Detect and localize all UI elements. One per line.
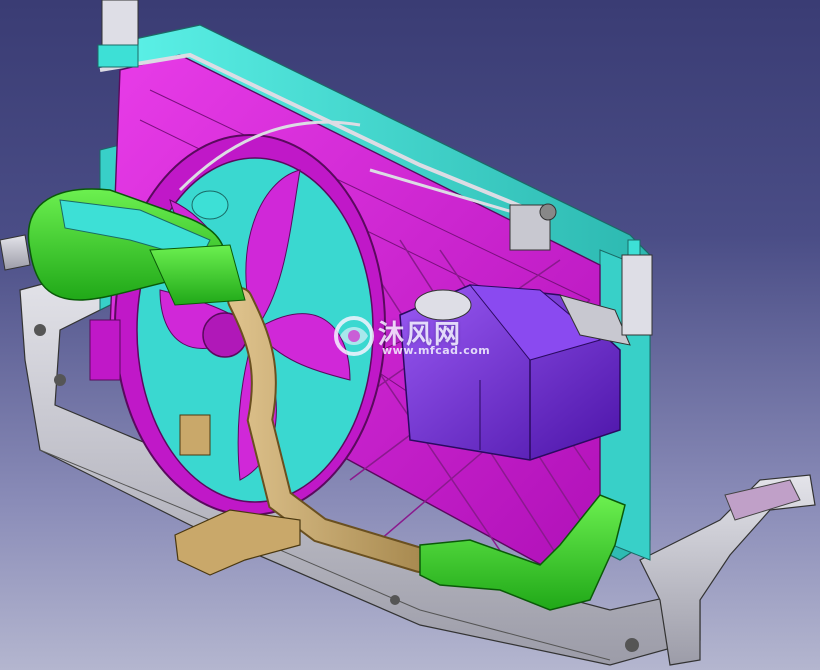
cad-viewport[interactable]: 沐风网 www.mfcad.com: [0, 0, 820, 670]
coolant-expansion-tank[interactable]: [399, 284, 631, 461]
right-mount-bracket[interactable]: [639, 474, 816, 666]
upper-radiator-hose[interactable]: [27, 188, 246, 306]
top-sensor[interactable]: [97, 0, 139, 68]
cad-model-scene[interactable]: [0, 0, 820, 670]
tank-cap[interactable]: [414, 289, 472, 321]
